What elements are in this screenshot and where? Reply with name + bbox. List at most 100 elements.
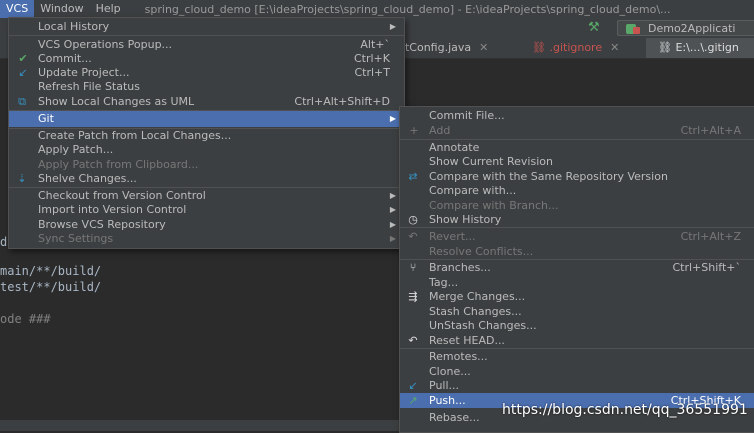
menu-item-apply-patch-clipboard[interactable]: Apply Patch from Clipboard... bbox=[9, 157, 404, 172]
menu-item-revert[interactable]: ↶ Revert... Ctrl+Alt+Z bbox=[400, 229, 754, 244]
menu-item-clone[interactable]: Clone... bbox=[400, 364, 754, 379]
menu-item-shortcut: Ctrl+Alt+A bbox=[680, 124, 741, 137]
menu-item-update-project[interactable]: ↙ Update Project... Ctrl+T bbox=[9, 65, 404, 80]
menu-item-label: Commit... bbox=[38, 52, 92, 65]
menu-item-label: Show History bbox=[429, 213, 502, 226]
menu-item-label: Apply Patch... bbox=[38, 143, 114, 156]
menu-item-vcs-operations-popup[interactable]: VCS Operations Popup... Alt+` bbox=[9, 37, 404, 52]
menu-vcs[interactable]: VCS bbox=[0, 0, 35, 18]
menu-item-label: Add bbox=[429, 124, 451, 137]
menu-item-merge-changes[interactable]: ⇶ Merge Changes... bbox=[400, 289, 754, 304]
menu-item-label: Reset HEAD... bbox=[429, 334, 505, 347]
close-icon[interactable]: ✕ bbox=[479, 41, 488, 54]
checkmark-icon: ✔ bbox=[18, 52, 28, 65]
run-configuration-label: Demo2Applicati bbox=[648, 22, 736, 35]
submenu-arrow-icon: ▶ bbox=[389, 205, 396, 214]
menu-item-add[interactable]: + Add Ctrl+Alt+A bbox=[400, 123, 754, 138]
menu-item-shortcut: Ctrl+Shift+` bbox=[672, 261, 741, 274]
menu-item-shortcut: Ctrl+T bbox=[354, 66, 390, 79]
window-title: spring_cloud_demo [E:\ideaProjects\sprin… bbox=[144, 2, 671, 16]
menu-item-label: Revert... bbox=[429, 230, 476, 243]
menu-item-label: Apply Patch from Clipboard... bbox=[38, 158, 199, 171]
menu-item-resolve-conflicts[interactable]: Resolve Conflicts... bbox=[400, 244, 754, 259]
close-icon[interactable]: ✕ bbox=[610, 41, 619, 54]
build-hammer-icon[interactable]: ⚒ bbox=[588, 21, 602, 35]
menu-item-local-history[interactable]: Local History ▶ bbox=[9, 19, 404, 34]
menu-item-commit-file[interactable]: Commit File... bbox=[400, 108, 754, 123]
menu-item-label: Shelve Changes... bbox=[38, 172, 137, 185]
menu-item-label: Commit File... bbox=[429, 109, 505, 122]
menu-item-apply-patch[interactable]: Apply Patch... bbox=[9, 142, 404, 157]
tab-gitignore[interactable]: ⛓ .gitignore ✕ bbox=[532, 38, 619, 58]
submenu-arrow-icon: ▶ bbox=[389, 220, 396, 229]
menu-item-label: Annotate bbox=[429, 141, 480, 154]
submenu-arrow-icon: ▶ bbox=[389, 191, 396, 200]
menu-item-compare-with-branch[interactable]: Compare with Branch... bbox=[400, 198, 754, 213]
menu-item-label: Branches... bbox=[429, 261, 491, 274]
menu-item-annotate[interactable]: Annotate bbox=[400, 140, 754, 155]
menu-item-label: Show Current Revision bbox=[429, 155, 553, 168]
menu-item-refresh-file-status[interactable]: Refresh File Status bbox=[9, 79, 404, 94]
menu-item-pull[interactable]: ↙ Pull... bbox=[400, 378, 754, 393]
menu-item-label: Compare with Branch... bbox=[429, 199, 559, 212]
push-arrow-icon: ↗ bbox=[408, 394, 418, 407]
menu-item-browse-vcs-repository[interactable]: Browse VCS Repository ▶ bbox=[9, 217, 404, 232]
menu-item-stash-changes[interactable]: Stash Changes... bbox=[400, 304, 754, 319]
menu-item-label: Create Patch from Local Changes... bbox=[38, 129, 232, 142]
menu-item-label: Import into Version Control bbox=[38, 203, 187, 216]
menu-item-label: Resolve Conflicts... bbox=[429, 245, 534, 258]
menu-item-shelve-changes[interactable]: ⇣ Shelve Changes... bbox=[9, 171, 404, 186]
menu-bar: VCS Window Help spring_cloud_demo [E:\id… bbox=[0, 0, 754, 18]
menu-item-commit[interactable]: ✔ Commit... Ctrl+K bbox=[9, 51, 404, 66]
spring-boot-icon bbox=[626, 24, 640, 34]
menu-item-label: Sync Settings bbox=[38, 232, 114, 245]
tab-label: ntConfig.java bbox=[398, 41, 472, 54]
menu-separator bbox=[9, 35, 404, 36]
menu-item-compare-with[interactable]: Compare with... bbox=[400, 183, 754, 198]
run-configuration-select[interactable]: Demo2Applicati bbox=[617, 20, 754, 36]
branch-icon: ⑂ bbox=[409, 261, 417, 274]
tab-label: .gitignore bbox=[549, 41, 603, 54]
vcs-menu: Local History ▶ VCS Operations Popup... … bbox=[8, 17, 405, 249]
menu-item-label: Show Local Changes as UML bbox=[38, 95, 195, 108]
menu-item-show-history[interactable]: ◷ Show History bbox=[400, 212, 754, 227]
menu-item-tag[interactable]: Tag... bbox=[400, 275, 754, 290]
menu-item-import-into-vcs[interactable]: Import into Version Control ▶ bbox=[9, 202, 404, 217]
code-line: d bbox=[0, 235, 8, 249]
tab-label: E:\...\.gitign bbox=[675, 41, 739, 54]
menu-item-label: Refresh File Status bbox=[38, 80, 140, 93]
menu-item-remotes[interactable]: Remotes... bbox=[400, 349, 754, 364]
tab-config-java[interactable]: ntConfig.java ✕ bbox=[398, 38, 488, 58]
menu-item-label: Push... bbox=[429, 394, 466, 407]
menu-item-compare-same-repo-version[interactable]: ⇄ Compare with the Same Repository Versi… bbox=[400, 169, 754, 184]
compare-arrows-icon: ⇄ bbox=[408, 170, 418, 183]
menu-item-show-current-revision[interactable]: Show Current Revision bbox=[400, 154, 754, 169]
menu-item-label: Merge Changes... bbox=[429, 290, 526, 303]
menu-item-label: Compare with the Same Repository Version bbox=[429, 170, 668, 183]
gitignore-file-icon: ⛓ bbox=[532, 41, 550, 54]
menu-item-label: Browse VCS Repository bbox=[38, 218, 166, 231]
menu-item-reset-head[interactable]: ↶ Reset HEAD... bbox=[400, 333, 754, 348]
menu-item-show-local-changes-uml[interactable]: ⧉ Show Local Changes as UML Ctrl+Alt+Shi… bbox=[9, 94, 404, 109]
menu-item-unstash-changes[interactable]: UnStash Changes... bbox=[400, 318, 754, 333]
update-arrow-icon: ↙ bbox=[18, 66, 28, 79]
code-line: test/**/build/ bbox=[0, 280, 102, 294]
menu-item-checkout-from-vcs[interactable]: Checkout from Version Control ▶ bbox=[9, 188, 404, 203]
menu-item-git[interactable]: Git ▶ bbox=[9, 111, 404, 127]
menu-item-label: Stash Changes... bbox=[429, 305, 522, 318]
menu-item-label: Git bbox=[38, 112, 54, 125]
menu-window[interactable]: Window bbox=[34, 0, 89, 18]
plus-icon: + bbox=[409, 124, 419, 137]
menu-item-label: Pull... bbox=[429, 379, 460, 392]
menu-item-create-patch[interactable]: Create Patch from Local Changes... bbox=[9, 128, 404, 143]
merge-icon: ⇶ bbox=[408, 290, 418, 303]
menu-item-label: Update Project... bbox=[38, 66, 130, 79]
submenu-arrow-icon: ▶ bbox=[389, 234, 396, 243]
menu-help[interactable]: Help bbox=[90, 0, 127, 18]
menu-item-shortcut: Ctrl+Alt+Shift+D bbox=[294, 95, 390, 108]
tab-gitignore-path[interactable]: ⛓ E:\...\.gitign bbox=[646, 38, 754, 58]
menu-item-branches[interactable]: ⑂ Branches... Ctrl+Shift+` bbox=[400, 260, 754, 275]
menu-item-label: Compare with... bbox=[429, 184, 517, 197]
menu-item-sync-settings[interactable]: Sync Settings ▶ bbox=[9, 231, 404, 246]
shelve-icon: ⇣ bbox=[17, 172, 27, 185]
